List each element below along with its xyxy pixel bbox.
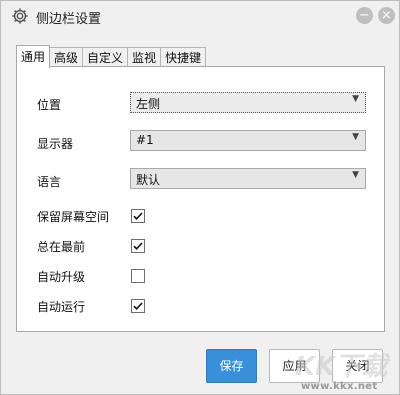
checkmark-icon bbox=[133, 302, 143, 310]
close-button[interactable]: 关闭 bbox=[332, 349, 383, 383]
auto-run-label: 自动运行 bbox=[37, 300, 86, 314]
language-value: 默认 bbox=[136, 173, 161, 187]
position-select[interactable]: 左侧 ▼ bbox=[130, 92, 366, 113]
checkmark-icon bbox=[133, 212, 143, 220]
tab-monitor[interactable]: 监视 bbox=[127, 47, 162, 68]
apply-button[interactable]: 应用 bbox=[269, 349, 320, 383]
title-bar[interactable]: 侧边栏设置 − × bbox=[1, 1, 399, 31]
close-icon[interactable]: × bbox=[378, 7, 395, 24]
language-label: 语言 bbox=[37, 175, 62, 189]
watermark-url: www.kkx.net bbox=[301, 381, 378, 392]
save-button[interactable]: 保存 bbox=[206, 349, 257, 383]
keep-screen-space-checkbox[interactable] bbox=[131, 209, 145, 223]
chevron-down-icon: ▼ bbox=[352, 132, 359, 142]
always-on-top-checkbox[interactable] bbox=[131, 239, 145, 253]
position-value: 左侧 bbox=[136, 97, 161, 111]
tab-general[interactable]: 通用 bbox=[16, 45, 51, 68]
chevron-down-icon: ▼ bbox=[352, 94, 359, 104]
tab-hotkeys[interactable]: 快捷键 bbox=[160, 47, 207, 68]
keep-screen-space-label: 保留屏幕空间 bbox=[37, 210, 110, 224]
position-label: 位置 bbox=[37, 98, 62, 112]
settings-window: 侧边栏设置 − × 通用 高级 自定义 监视 快捷键 位置 左侧 ▼ 显示器 #… bbox=[0, 0, 400, 395]
tab-advanced[interactable]: 高级 bbox=[49, 47, 84, 68]
display-value: #1 bbox=[136, 133, 154, 147]
auto-run-checkbox[interactable] bbox=[131, 299, 145, 313]
always-on-top-label: 总在最前 bbox=[37, 240, 86, 254]
display-label: 显示器 bbox=[37, 137, 74, 151]
display-select[interactable]: #1 ▼ bbox=[130, 130, 366, 151]
minus-icon[interactable]: − bbox=[356, 7, 373, 24]
checkmark-icon bbox=[133, 242, 143, 250]
general-panel: 位置 左侧 ▼ 显示器 #1 ▼ 语言 默认 ▼ 保留屏幕空间 总在最前 自动升… bbox=[16, 66, 385, 332]
window-title: 侧边栏设置 bbox=[36, 12, 102, 27]
tab-custom[interactable]: 自定义 bbox=[82, 47, 129, 68]
auto-update-label: 自动升级 bbox=[37, 270, 86, 284]
tab-bar: 通用 高级 自定义 监视 快捷键 bbox=[16, 45, 207, 68]
gear-icon bbox=[12, 8, 28, 24]
language-select[interactable]: 默认 ▼ bbox=[130, 168, 366, 189]
auto-update-checkbox[interactable] bbox=[131, 269, 145, 283]
chevron-down-icon: ▼ bbox=[352, 170, 359, 180]
